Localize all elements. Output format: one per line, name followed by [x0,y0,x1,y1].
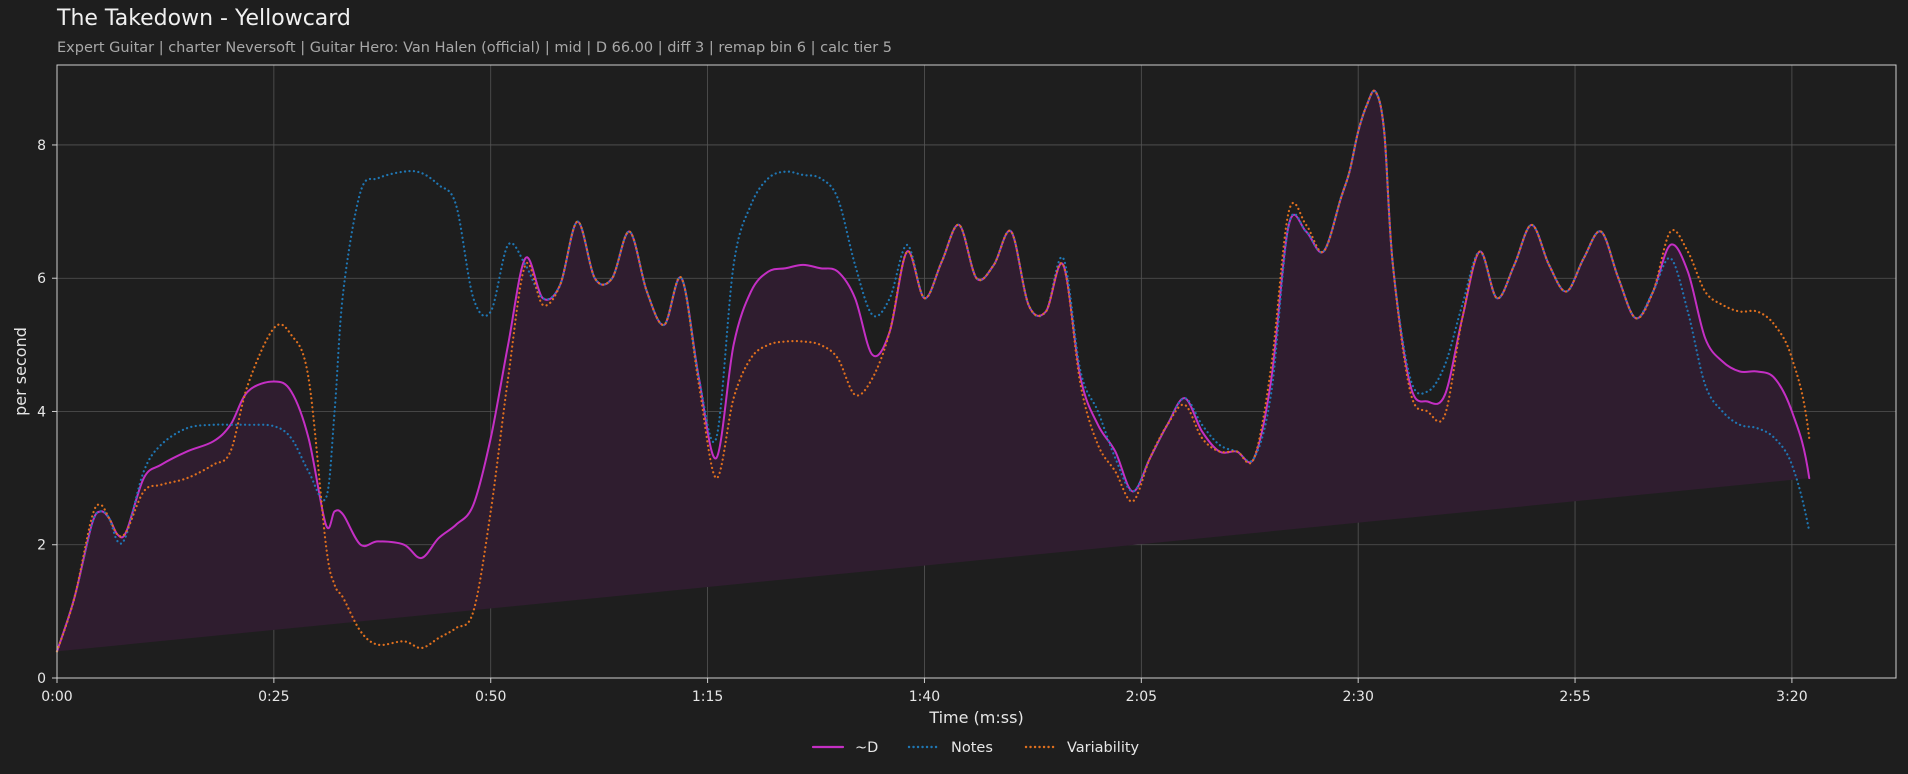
y-tick-label: 6 [37,271,46,287]
legend-label-series-d: ~D [855,740,878,756]
legend: ~D Notes Variability [811,740,1140,756]
x-tick-label: 2:30 [1342,689,1373,705]
x-tick-label: 0:50 [475,689,506,705]
x-tick-label: 0:25 [258,689,289,705]
x-tick-label: 3:20 [1776,689,1807,705]
x-axis-label: Time (m:ss) [928,708,1023,727]
x-tick-label: 2:05 [1126,689,1157,705]
line-chart: 0:00 0:25 0:50 1:15 1:40 2:05 2:30 2:55 3:20 0 2 4… [11,64,1897,756]
y-tick-label: 2 [37,538,46,554]
x-axis-ticks: 0:00 0:25 0:50 1:15 1:40 2:05 2:30 2:55 3:20 [41,678,1808,705]
y-axis-label: per second [11,327,30,416]
series-d-area [57,90,1810,652]
y-axis-ticks: 0 2 4 6 8 [37,138,57,687]
y-tick-label: 0 [37,671,46,687]
y-tick-label: 8 [37,138,46,154]
x-tick-label: 1:40 [909,689,940,705]
x-tick-label: 1:15 [692,689,723,705]
x-tick-label: 2:55 [1559,689,1590,705]
legend-label-series-notes: Notes [951,740,993,756]
x-tick-label: 0:00 [41,689,72,705]
legend-label-series-variability: Variability [1067,740,1140,756]
y-tick-label: 4 [37,404,46,420]
plot-series [55,89,1811,653]
